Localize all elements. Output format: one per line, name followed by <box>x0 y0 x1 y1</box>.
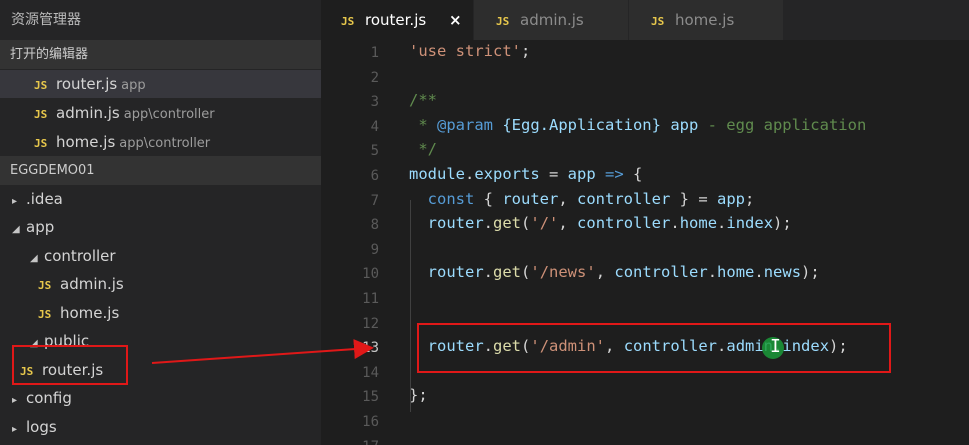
text-cursor-icon: I <box>770 336 781 357</box>
arrow-line <box>151 339 374 364</box>
vscode-window: 资源管理器 打开的编辑器 JS router.js app JS admin.js ap… <box>0 0 969 445</box>
annotation-arrow <box>151 339 374 364</box>
